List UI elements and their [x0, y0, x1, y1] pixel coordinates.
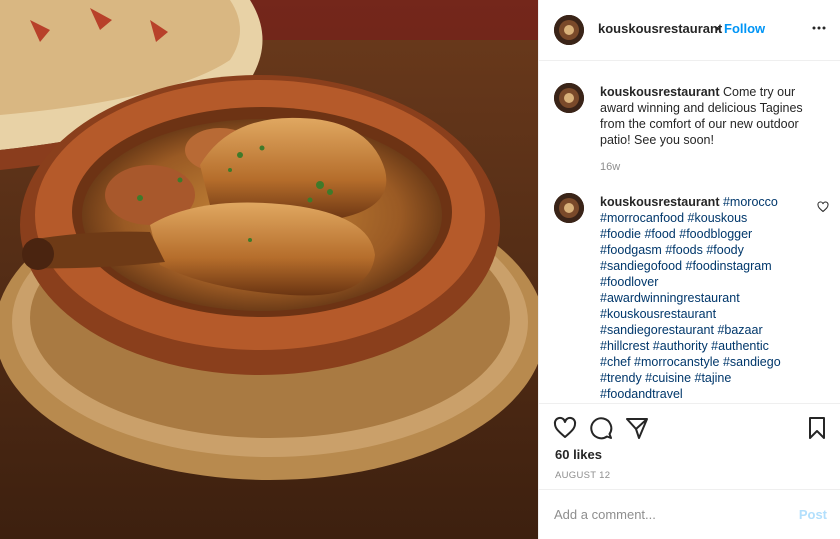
- hashtag-line[interactable]: #chef #morrocanstyle #sandiego: [600, 354, 812, 370]
- small-heart-icon[interactable]: [817, 201, 829, 213]
- post-comment-button[interactable]: Post: [799, 507, 827, 522]
- avatar-image: [554, 193, 584, 223]
- hashtag-line[interactable]: #foodie #food #foodblogger: [600, 226, 812, 242]
- follow-button[interactable]: Follow: [724, 21, 765, 36]
- caption-username-link[interactable]: kouskousrestaurant: [600, 85, 719, 99]
- post-date[interactable]: AUGUST 12: [555, 470, 610, 481]
- hashtag-line[interactable]: #hillcrest #authority #authentic: [600, 338, 812, 354]
- caption-text: kouskousrestaurant Come try our award wi…: [600, 84, 820, 148]
- comment-bubble-icon[interactable]: [589, 416, 613, 440]
- hashtag-comment-text: kouskousrestaurant #morocco #morrocanfoo…: [600, 194, 812, 402]
- avatar[interactable]: [554, 193, 584, 223]
- hashtag-line[interactable]: #sandiegofood #foodinstagram: [600, 258, 812, 274]
- heart-icon[interactable]: [553, 416, 577, 440]
- paper-plane-icon[interactable]: [625, 416, 649, 440]
- tagine-photo: [0, 0, 538, 539]
- hashtag-line[interactable]: #kouskousrestaurant: [600, 306, 812, 322]
- comment-username-link[interactable]: kouskousrestaurant: [600, 195, 719, 209]
- separator-dot: •: [715, 21, 720, 36]
- likes-count[interactable]: 60 likes: [555, 447, 602, 462]
- hashtag-comment: kouskousrestaurant #morocco #morrocanfoo…: [554, 193, 829, 403]
- avatar[interactable]: [554, 83, 584, 113]
- hashtag-line[interactable]: #foodlover: [600, 274, 812, 290]
- add-comment-input[interactable]: [554, 504, 774, 524]
- hashtag-line[interactable]: #awardwinningrestaurant: [600, 290, 812, 306]
- header-username-link[interactable]: kouskousrestaurant: [598, 21, 722, 36]
- avatar-image: [554, 15, 584, 45]
- hashtag-line[interactable]: #sandiegorestaurant #bazaar: [600, 322, 812, 338]
- caption-comment: kouskousrestaurant Come try our award wi…: [554, 83, 826, 183]
- post-image[interactable]: [0, 0, 538, 539]
- hashtag-line[interactable]: #trendy #cuisine #tajine: [600, 370, 812, 386]
- bookmark-icon[interactable]: [805, 416, 829, 440]
- post-header: kouskousrestaurant • Follow: [539, 0, 840, 61]
- hashtag-line[interactable]: #foodgasm #foods #foody: [600, 242, 812, 258]
- hashtag-line[interactable]: #foodandtravel: [600, 386, 812, 402]
- avatar-image: [554, 83, 584, 113]
- more-horizontal-icon[interactable]: [811, 20, 827, 36]
- avatar[interactable]: [554, 15, 584, 45]
- caption-timestamp[interactable]: 16w: [600, 161, 620, 173]
- post-side-panel: kouskousrestaurant • Follow kouskousrest…: [538, 0, 840, 539]
- post-actions: 60 likes AUGUST 12: [539, 403, 840, 489]
- hashtag-link[interactable]: #morocco: [723, 195, 778, 209]
- hashtag-line[interactable]: #morrocanfood #kouskous: [600, 210, 812, 226]
- add-comment-bar: Post: [539, 489, 840, 539]
- comments-section: kouskousrestaurant Come try our award wi…: [539, 61, 840, 403]
